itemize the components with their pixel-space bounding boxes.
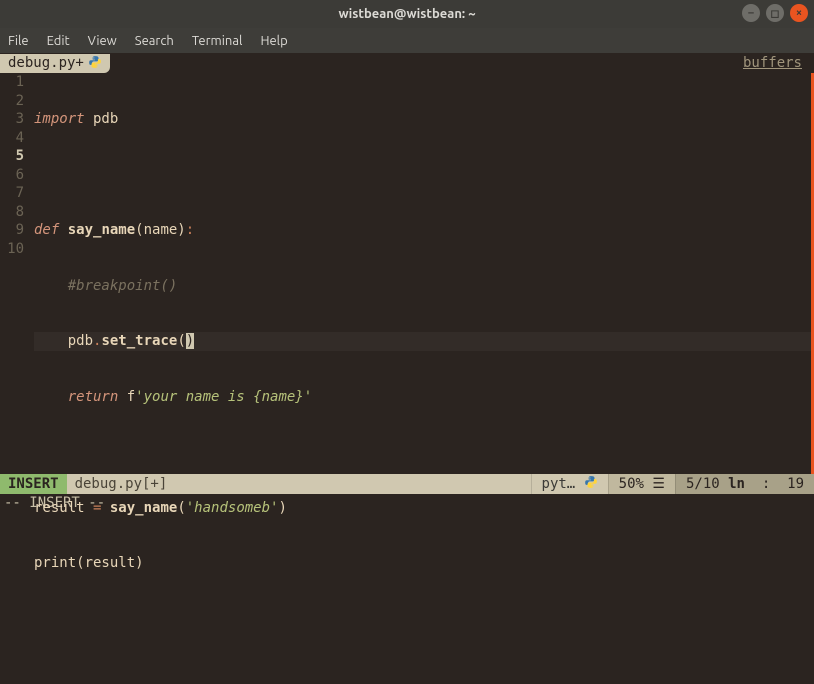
linenum: 6 bbox=[0, 166, 24, 185]
linenum: 4 bbox=[0, 129, 24, 148]
linenum: 10 bbox=[0, 240, 24, 259]
code-line-10 bbox=[34, 610, 814, 629]
editor-area[interactable]: 1 2 3 4 5 6 7 8 9 10 import pdb def say_… bbox=[0, 73, 814, 474]
tab-debug-py[interactable]: debug.py+ bbox=[0, 54, 110, 73]
linenum: 8 bbox=[0, 203, 24, 222]
tab-bar: debug.py+ buffers bbox=[0, 53, 814, 73]
linenum-current: 5 bbox=[0, 147, 24, 166]
code-line-1: import pdb bbox=[34, 110, 814, 129]
menu-file[interactable]: File bbox=[8, 34, 29, 48]
code-line-7 bbox=[34, 443, 814, 462]
menu-help[interactable]: Help bbox=[260, 34, 287, 48]
cursor: ) bbox=[186, 333, 194, 349]
menu-terminal[interactable]: Terminal bbox=[192, 34, 243, 48]
window-titlebar: wistbean@wistbean: ~ – ◻ × bbox=[0, 0, 814, 28]
buffers-label[interactable]: buffers bbox=[743, 55, 814, 71]
code-line-4: #breakpoint() bbox=[34, 277, 814, 296]
close-button[interactable]: × bbox=[790, 4, 808, 22]
tab-label: debug.py+ bbox=[8, 55, 84, 71]
code-line-8: result = say_name('handsomeb') bbox=[34, 499, 814, 518]
linenum: 1 bbox=[0, 73, 24, 92]
menubar: File Edit View Search Terminal Help bbox=[0, 28, 814, 53]
linenum: 3 bbox=[0, 110, 24, 129]
linenum: 7 bbox=[0, 184, 24, 203]
code-line-9: print(result) bbox=[34, 554, 814, 573]
window-title: wistbean@wistbean: ~ bbox=[338, 7, 475, 21]
menu-edit[interactable]: Edit bbox=[47, 34, 70, 48]
linenum: 9 bbox=[0, 221, 24, 240]
line-number-gutter: 1 2 3 4 5 6 7 8 9 10 bbox=[0, 73, 34, 474]
window-controls: – ◻ × bbox=[742, 4, 808, 22]
code-line-5: pdb.set_trace() bbox=[34, 332, 814, 351]
code-line-3: def say_name(name): bbox=[34, 221, 814, 240]
code-line-6: return f'your name is {name}' bbox=[34, 388, 814, 407]
code-line-2 bbox=[34, 166, 814, 185]
menu-view[interactable]: View bbox=[88, 34, 117, 48]
linenum: 2 bbox=[0, 92, 24, 111]
maximize-button[interactable]: ◻ bbox=[766, 4, 784, 22]
python-icon bbox=[88, 55, 102, 72]
minimize-button[interactable]: – bbox=[742, 4, 760, 22]
menu-search[interactable]: Search bbox=[135, 34, 174, 48]
code-content[interactable]: import pdb def say_name(name): #breakpoi… bbox=[34, 73, 814, 474]
